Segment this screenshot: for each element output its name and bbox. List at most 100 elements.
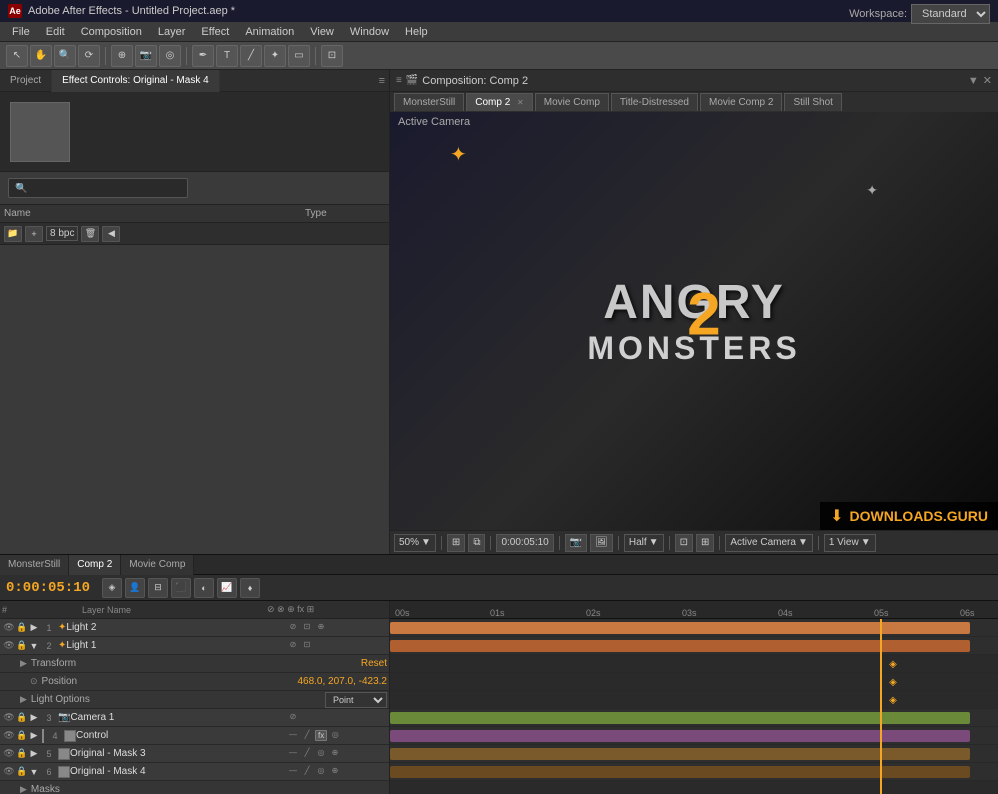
tab-comp2-close-icon[interactable]: ✕ [517,98,524,107]
tool-camera[interactable]: 📷 [135,45,157,67]
layer-4-switch-3[interactable]: ◎ [329,730,341,742]
tab-project[interactable]: Project [0,70,52,92]
tool-shape[interactable]: ▭ [288,45,310,67]
settings-btn[interactable]: ◀ [102,226,120,242]
layer-2-switch-2[interactable]: ⊡ [301,640,313,652]
layer-6-lock-icon[interactable]: 🔒 [16,766,28,777]
tool-hand[interactable]: ✋ [30,45,52,67]
layer-6-switch-3[interactable]: ◎ [315,766,327,778]
tab-monsterstill[interactable]: MonsterStill [394,93,464,111]
tl-collapse-btn[interactable]: ⊟ [148,578,168,598]
tl-graph-editor-btn[interactable]: 📈 [217,578,237,598]
layer-row-5[interactable]: 👁 🔒 ▶ 5 Original - Mask 3 — ╱ ◎ ⊕ [0,745,389,763]
new-folder-btn[interactable]: 📁 [4,226,22,242]
tl-shy-btn[interactable]: 👤 [125,578,145,598]
layer-4-fx-badge[interactable]: fx [315,730,327,741]
tl-tab-comp2[interactable]: Comp 2 [69,555,121,575]
workspace-dropdown[interactable]: Standard [911,4,990,24]
tool-orbit[interactable]: ◎ [159,45,181,67]
menu-help[interactable]: Help [397,22,436,42]
layer-4-lock-icon[interactable]: 🔒 [16,730,28,741]
layer-5-lock-icon[interactable]: 🔒 [16,748,28,759]
quality-dropdown[interactable]: Half ▼ [624,534,664,552]
snapshot-btn[interactable]: 📷 [565,534,587,552]
layer-5-switch-3[interactable]: ◎ [315,748,327,760]
menu-view[interactable]: View [302,22,342,42]
layer-row-4[interactable]: 👁 🔒 ▶ 4 Control — ╱ fx ◎ [0,727,389,745]
layer-5-visibility-icon[interactable]: 👁 [2,748,16,759]
layer-4-expand-icon[interactable]: ▶ [28,730,40,741]
tab-stillshot[interactable]: Still Shot [784,93,841,111]
layer-1-switch-1[interactable]: ⊘ [287,622,299,634]
layer-1-lock-icon[interactable]: 🔒 [16,622,28,633]
layer-6-name[interactable]: Original - Mask 4 [70,766,287,777]
light-type-dropdown[interactable]: Point Spot Ambient Parallel [325,692,387,708]
region-btn[interactable]: ⊡ [675,534,693,552]
tl-markers-btn[interactable]: ♦ [240,578,260,598]
layer-1-switch-3[interactable]: ⊕ [315,622,327,634]
layer-1-name[interactable]: Light 2 [66,622,287,633]
layer-4-switch-1[interactable]: — [287,730,299,742]
tool-select[interactable]: ↖ [6,45,28,67]
view-layout-dropdown[interactable]: 1 View ▼ [824,534,876,552]
menu-window[interactable]: Window [342,22,397,42]
menu-edit[interactable]: Edit [38,22,73,42]
layer-1-expand-icon[interactable]: ▶ [28,622,40,633]
layer-6-expand-icon[interactable]: ▼ [28,767,40,777]
tl-frame-blending-btn[interactable]: ⬛ [171,578,191,598]
show-snapshot-btn[interactable]: 🖼 [590,534,613,552]
layer-1-visibility-icon[interactable]: 👁 [2,622,16,633]
menu-animation[interactable]: Animation [237,22,302,42]
layer-5-switch-1[interactable]: — [287,748,299,760]
layer-6-switch-2[interactable]: ╱ [301,766,313,778]
layer-row-1[interactable]: 👁 🔒 ▶ 1 ✦ Light 2 ⊘ ⊡ ⊕ [0,619,389,637]
layer-5-switch-4[interactable]: ⊕ [329,748,341,760]
position-value[interactable]: 468.0, 207.0, -423.2 [297,676,387,687]
layer-6-visibility-icon[interactable]: 👁 [2,766,16,777]
layer-4-switch-2[interactable]: ╱ [301,730,313,742]
tool-text[interactable]: T [216,45,238,67]
transform-reset-btn[interactable]: Reset [361,658,387,669]
layer-row-3[interactable]: 👁 🔒 ▶ 3 📷 Camera 1 ⊘ [0,709,389,727]
fit-to-view-btn[interactable]: ⊞ [447,534,465,552]
layer-3-visibility-icon[interactable]: 👁 [2,712,16,723]
tab-effect-controls[interactable]: Effect Controls: Original - Mask 4 [52,70,220,92]
tool-zoom[interactable]: 🔍 [54,45,76,67]
menu-layer[interactable]: Layer [150,22,194,42]
layer-row-6[interactable]: 👁 🔒 ▼ 6 Original - Mask 4 — ╱ ◎ ⊕ [0,763,389,781]
tool-pan[interactable]: ⊕ [111,45,133,67]
layer-1-switch-2[interactable]: ⊡ [301,622,313,634]
trash-btn[interactable]: 🗑 [81,226,99,242]
layer-3-name[interactable]: Camera 1 [70,712,287,723]
tl-tab-monsterstill[interactable]: MonsterStill [0,555,69,575]
tool-pen[interactable]: ✒ [192,45,214,67]
zoom-dropdown[interactable]: 50% ▼ [394,534,436,552]
tab-moviecomp2[interactable]: Movie Comp 2 [700,93,782,111]
layer-3-expand-icon[interactable]: ▶ [28,712,40,723]
tab-title-distressed[interactable]: Title-Distressed [611,93,698,111]
tl-tab-moviecomp[interactable]: Movie Comp [121,555,194,575]
layer-4-visibility-icon[interactable]: 👁 [2,730,16,741]
layer-4-name[interactable]: Control [76,730,287,741]
menu-composition[interactable]: Composition [73,22,150,42]
grid-btn[interactable]: ⊞ [696,534,714,552]
menu-file[interactable]: File [4,22,38,42]
new-item-btn[interactable]: + [25,226,43,242]
tab-moviecomp[interactable]: Movie Comp [535,93,609,111]
tool-rotate[interactable]: ⟳ [78,45,100,67]
layer-2-visibility-icon[interactable]: 👁 [2,640,16,651]
camera-dropdown[interactable]: Active Camera ▼ [725,534,812,552]
search-input[interactable] [8,178,188,198]
layer-2-lock-icon[interactable]: 🔒 [16,640,28,651]
tool-puppet[interactable]: ⊡ [321,45,343,67]
layer-2-name[interactable]: Light 1 [66,640,287,651]
tl-motion-blur-btn[interactable]: ◐ [194,578,214,598]
layer-2-expand-icon[interactable]: ▼ [28,641,40,651]
layer-2-switch-1[interactable]: ⊘ [287,640,299,652]
layer-5-expand-icon[interactable]: ▶ [28,748,40,759]
playhead[interactable] [880,619,882,794]
layer-5-switch-2[interactable]: ╱ [301,748,313,760]
toggle-channels-btn[interactable]: ⧉ [468,534,485,552]
tab-comp2[interactable]: Comp 2 ✕ [466,93,533,111]
menu-effect[interactable]: Effect [193,22,237,42]
